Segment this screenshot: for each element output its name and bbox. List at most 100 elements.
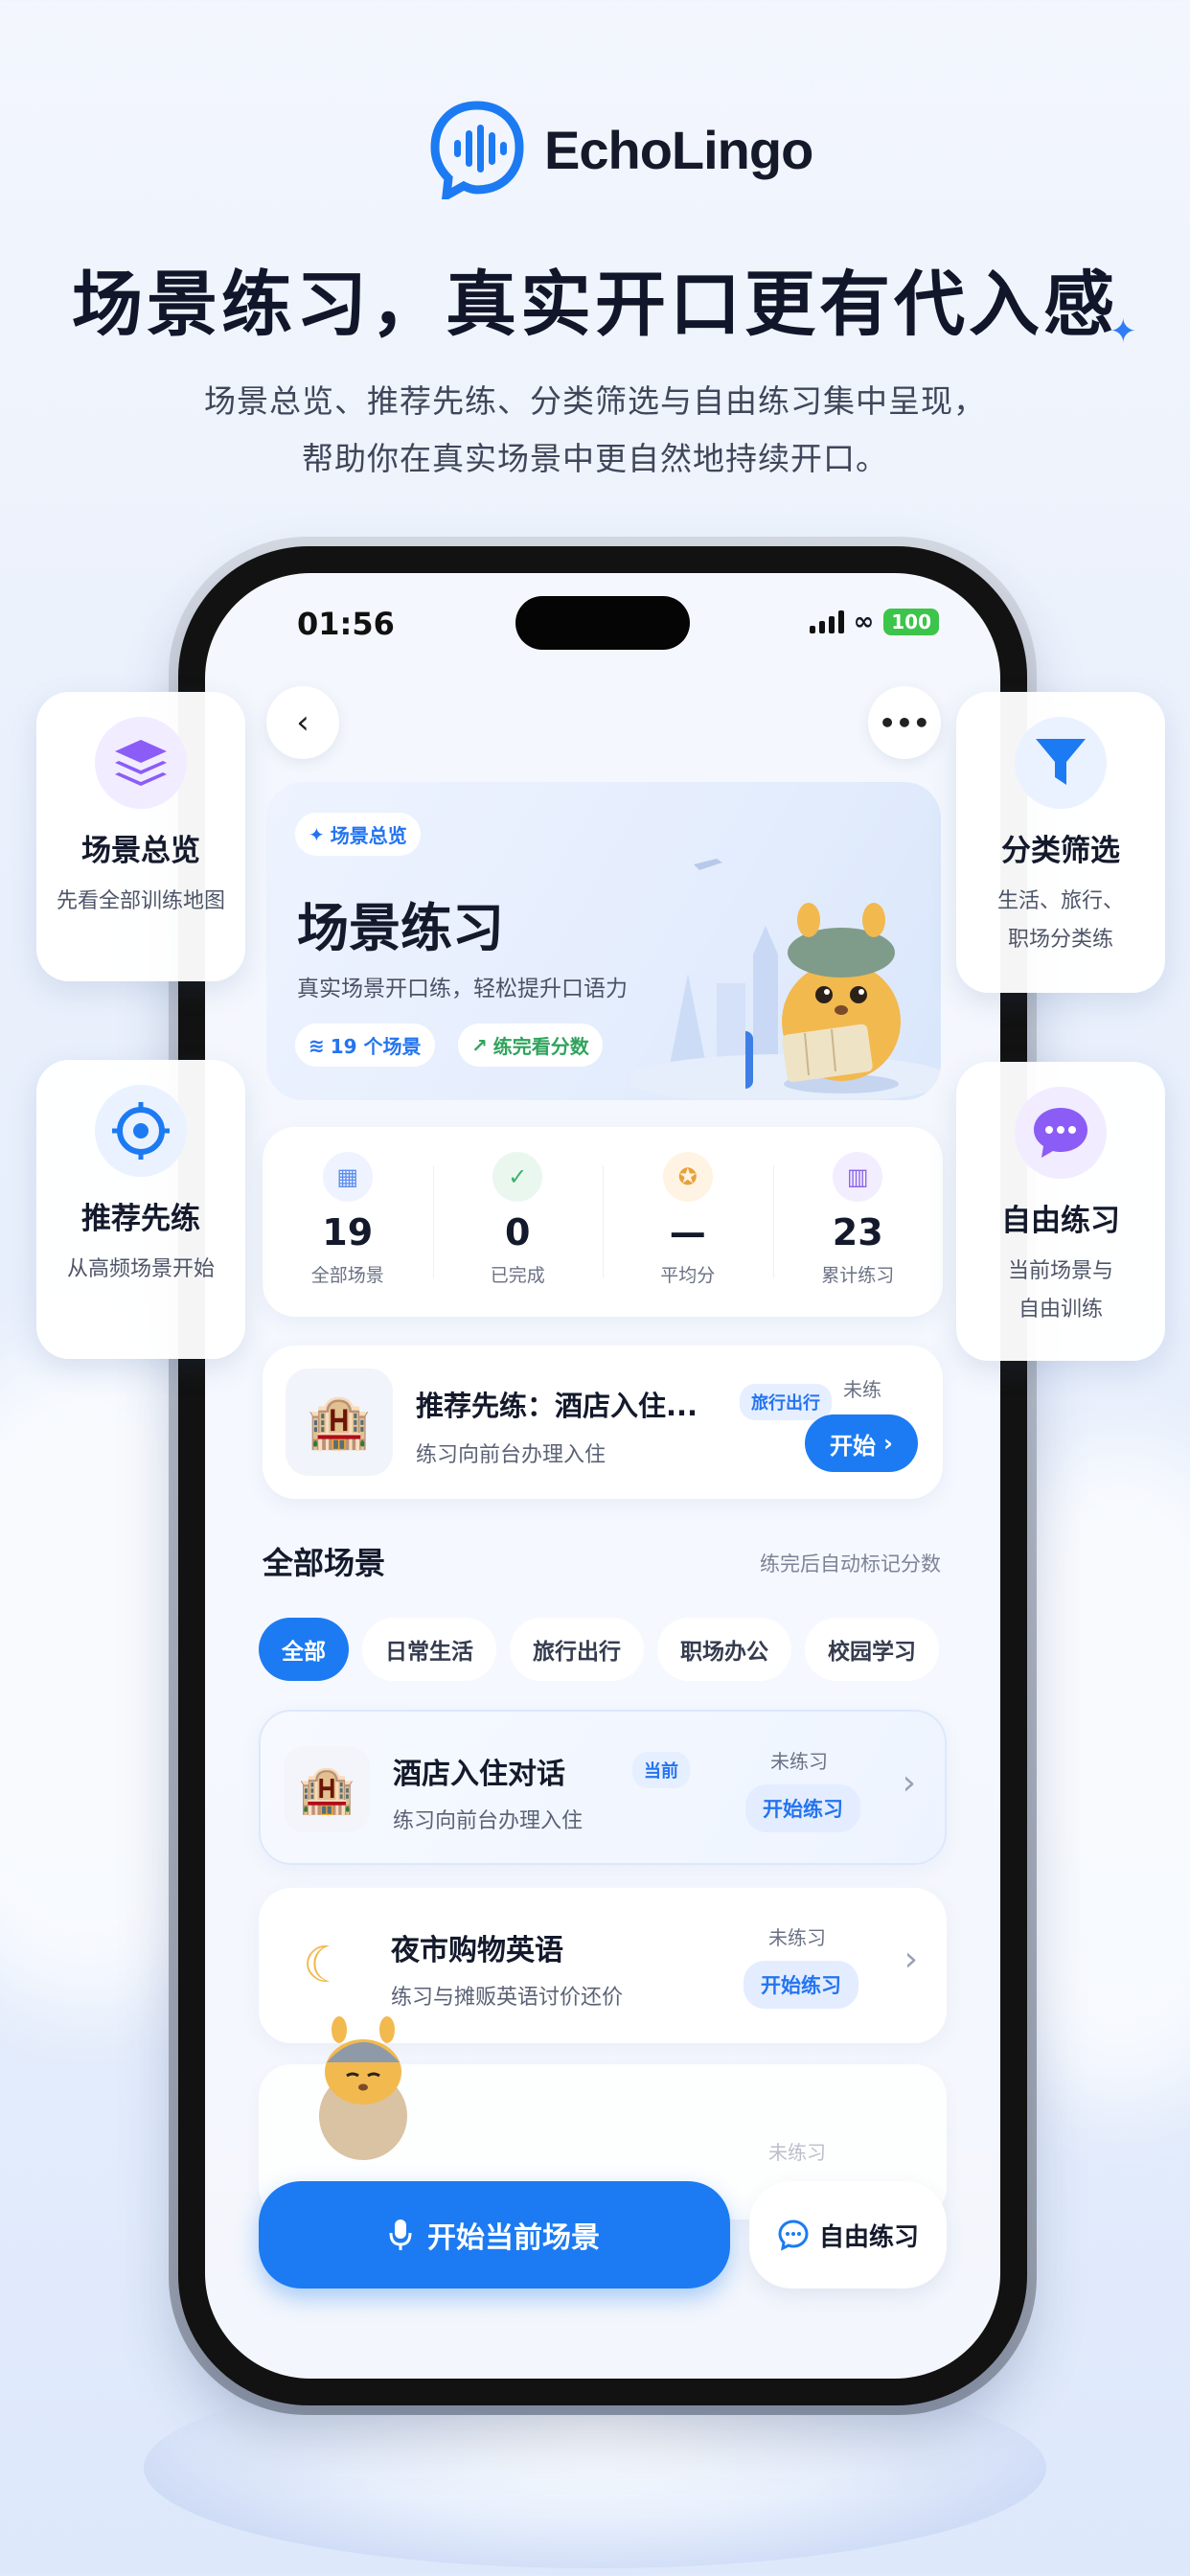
score-pill-label: 练完看分数 [492, 1035, 589, 1058]
layers-icon [95, 717, 187, 809]
scene-start-button[interactable]: 开始练习 [744, 1961, 858, 2009]
signal-icon [809, 610, 844, 633]
recommend-desc: 练习向前台办理入住 [416, 1443, 606, 1467]
chip-daily-life[interactable]: 日常生活 [362, 1618, 496, 1681]
recommend-card[interactable]: 🏨 推荐先练：酒店入住... 旅行出行 练习向前台办理入住 未练 开始 › [263, 1346, 943, 1499]
chip-all[interactable]: 全部 [259, 1618, 349, 1681]
stats-panel: ▦ 19 全部场景 ✓ 0 已完成 ✪ — 平均分 ▥ 23 累计练习 [263, 1127, 943, 1317]
feature-card-recommend: 推荐先练 从高频场景开始 [36, 1060, 245, 1359]
recommend-tag: 旅行出行 [740, 1384, 832, 1420]
chevron-left-icon: ‹ [296, 703, 309, 742]
sparkle-icon: ✦ [309, 822, 325, 846]
scene-desc: 练习向前台办理入住 [393, 1809, 584, 1833]
chip-work[interactable]: 职场办公 [657, 1618, 791, 1681]
chevron-right-icon: › [904, 1940, 918, 1979]
stat-practice-count: ▥ 23 累计练习 [772, 1127, 944, 1317]
headline: 场景练习，真实开口更有代入感 [72, 264, 1118, 346]
medal-icon: ✪ [662, 1152, 713, 1202]
stat-label: 累计练习 [821, 1265, 895, 1286]
layers-icon: ≋ [309, 1033, 325, 1057]
current-badge: 当前 [632, 1752, 690, 1788]
scene-title: 酒店入住对话 [393, 1758, 565, 1791]
feature-card-filter: 分类筛选 生活、旅行、 职场分类练 [956, 692, 1165, 993]
chip-travel[interactable]: 旅行出行 [510, 1618, 644, 1681]
stat-value: 0 [505, 1211, 531, 1254]
feature-desc: 先看全部训练地图 [56, 889, 225, 913]
subtitle-line-1: 场景总览、推荐先练、分类筛选与自由练习集中呈现， [204, 382, 986, 420]
brand-name: EchoLingo [544, 119, 813, 180]
free-practice-button[interactable]: 自由练习 [749, 2181, 947, 2288]
feature-desc-line: 当前场景与 [1007, 1259, 1113, 1283]
scene-state: 未练习 [768, 2141, 826, 2164]
feature-title: 推荐先练 [81, 1202, 200, 1236]
chat-bubble-icon [778, 2220, 809, 2251]
scene-count-label: 19 个场景 [330, 1035, 422, 1058]
check-circle-icon: ✓ [492, 1152, 543, 1202]
recommend-state: 未练 [843, 1378, 881, 1401]
stat-label: 平均分 [660, 1265, 716, 1286]
score-pill: ↗ 练完看分数 [458, 1024, 603, 1067]
more-dots-icon: ••• [879, 706, 930, 739]
hero-badge-label: 场景总览 [330, 824, 407, 847]
phone-screen: 01:56 ∞ 100 ‹ ••• ✦ 场景总览 场景练习 真实场景开口练，轻松… [205, 573, 1000, 2379]
start-button[interactable]: 开始 › [805, 1414, 918, 1472]
scene-state: 未练习 [768, 1926, 826, 1949]
feature-title: 自由练习 [1001, 1204, 1120, 1238]
battery-badge: 100 [883, 609, 939, 635]
bar-chart-icon: ▥ [833, 1152, 883, 1202]
hotel-icon: 🏨 [286, 1368, 393, 1476]
status-time: 01:56 [297, 606, 395, 642]
voice-bubble-icon [427, 100, 527, 204]
chevron-right-icon: › [902, 1763, 916, 1803]
start-current-scene-button[interactable]: 开始当前场景 [259, 2181, 730, 2288]
hero-badge: ✦ 场景总览 [295, 813, 421, 856]
feature-desc: 生活、旅行、 职场分类练 [956, 883, 1165, 959]
chevron-right-icon: › [883, 1430, 893, 1457]
scene-title: 夜市购物英语 [391, 1934, 563, 1967]
scene-card-hotel[interactable]: 🏨 酒店入住对话 当前 练习向前台办理入住 未练习 开始练习 › [259, 1710, 947, 1865]
feature-desc-line: 职场分类练 [1007, 928, 1113, 952]
brand-logo: EchoLingo [427, 100, 813, 204]
stat-label: 全部场景 [310, 1265, 384, 1286]
feature-desc: 从高频场景开始 [66, 1257, 215, 1281]
moon-icon: ☾ [282, 1922, 368, 2009]
feature-card-overview: 场景总览 先看全部训练地图 [36, 692, 245, 981]
hero-subtitle: 真实场景开口练，轻松提升口语力 [297, 977, 628, 1001]
grid-icon: ▦ [322, 1152, 373, 1202]
trend-up-icon: ↗ [471, 1033, 488, 1057]
mascot-peeking-illustration [319, 2016, 407, 2160]
start-current-scene-label: 开始当前场景 [427, 2221, 600, 2255]
scene-state: 未练习 [770, 1750, 828, 1773]
recommend-title: 推荐先练：酒店入住... [416, 1390, 698, 1422]
feature-desc-line: 自由训练 [1018, 1298, 1103, 1322]
chat-bubble-icon [1015, 1087, 1107, 1179]
feature-title: 分类筛选 [1001, 834, 1120, 868]
more-button[interactable]: ••• [868, 686, 941, 759]
page-title: 场景练习 [297, 898, 504, 958]
status-indicators: ∞ 100 [809, 608, 939, 636]
back-button[interactable]: ‹ [266, 686, 339, 759]
feature-title: 场景总览 [81, 834, 200, 868]
section-hint: 练完后自动标记分数 [760, 1552, 941, 1576]
stat-value: 19 [322, 1211, 374, 1254]
link-icon: ∞ [853, 608, 875, 636]
stat-value: 23 [832, 1211, 883, 1254]
stat-completed: ✓ 0 已完成 [432, 1127, 604, 1317]
hotel-icon: 🏨 [284, 1746, 370, 1832]
scene-count-pill: ≋ 19 个场景 [295, 1024, 435, 1067]
scene-start-button[interactable]: 开始练习 [745, 1784, 860, 1832]
section-title: 全部场景 [263, 1545, 386, 1581]
hero-card: ✦ 场景总览 场景练习 真实场景开口练，轻松提升口语力 ≋ 19 个场景 ↗ 练… [266, 782, 941, 1100]
stat-total: ▦ 19 全部场景 [263, 1127, 433, 1317]
feature-desc: 当前场景与 自由训练 [956, 1253, 1165, 1329]
microphone-icon [389, 2220, 412, 2250]
start-button-label: 开始 [830, 1432, 877, 1460]
chip-campus[interactable]: 校园学习 [805, 1618, 939, 1681]
feature-desc-line: 生活、旅行、 [996, 889, 1124, 913]
stat-average: ✪ — 平均分 [603, 1127, 773, 1317]
free-practice-label: 自由练习 [818, 2222, 919, 2252]
stat-label: 已完成 [490, 1265, 545, 1286]
sparkle-icon: ✦ [1110, 312, 1137, 351]
mascot-traveler-illustration [745, 903, 901, 1093]
scene-desc: 练习与摊贩英语讨价还价 [391, 1986, 624, 2010]
